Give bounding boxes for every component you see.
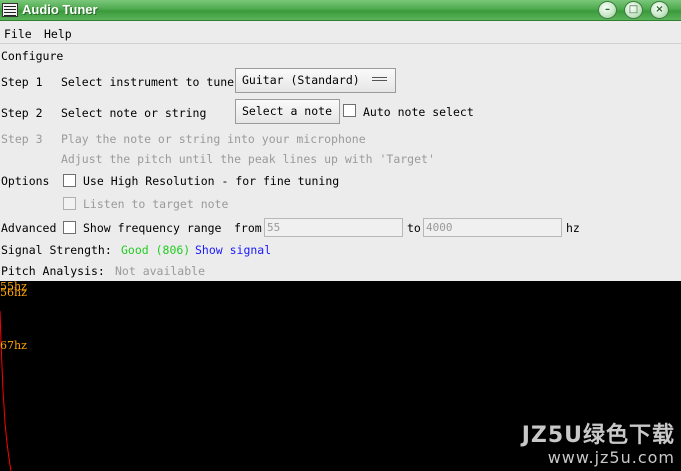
step2-text: Select note or string [61, 106, 207, 120]
pitch-analysis-value: Not available [115, 264, 206, 278]
watermark: JZ5U绿色下载 www.jz5u.com [505, 423, 675, 471]
options-label: Options [1, 174, 50, 188]
dropdown-icon [372, 77, 387, 81]
watermark-line1: JZ5U绿色下载 [521, 423, 675, 448]
from-frequency-input[interactable]: 55 [264, 218, 403, 237]
select-note-button[interactable]: Select a note [235, 99, 340, 124]
instrument-dropdown[interactable]: Guitar (Standard) [235, 68, 396, 93]
signal-strength-value: Good (806) [121, 243, 191, 257]
menu-file[interactable]: File [4, 27, 32, 41]
frequency-graph: 55hz 56hz 67hz JZ5U绿色下载 www.jz5u.com [0, 281, 681, 471]
step1-label: Step 1 [1, 75, 43, 89]
app-icon [2, 3, 18, 17]
spectrum-trace [0, 310, 12, 471]
step3-line1: Play the note or string into your microp… [61, 132, 366, 146]
auto-note-checkbox[interactable] [343, 104, 356, 117]
signal-strength-label: Signal Strength: [1, 243, 112, 257]
step3-line2: Adjust the pitch until the peak lines up… [61, 152, 435, 166]
step2-label: Step 2 [1, 106, 43, 120]
listen-target-label: Listen to target note [83, 197, 229, 211]
high-resolution-checkbox[interactable] [63, 174, 76, 187]
step3-label: Step 3 [1, 132, 43, 146]
to-label: to [407, 221, 421, 235]
watermark-line2: www.jz5u.com [547, 448, 675, 467]
hz-unit-label: hz [566, 221, 580, 235]
advanced-label: Advanced [1, 221, 57, 235]
from-label: from [234, 221, 262, 235]
menu-bar: File Help [0, 22, 681, 44]
show-signal-link[interactable]: Show signal [195, 243, 271, 257]
show-frequency-label: Show frequency range [83, 221, 222, 235]
pitch-analysis-label: Pitch Analysis: [1, 264, 105, 278]
graph-label-56hz: 56hz [0, 286, 27, 299]
listen-target-checkbox[interactable] [63, 197, 76, 210]
instrument-value: Guitar (Standard) [242, 73, 360, 87]
graph-label-67hz: 67hz [0, 339, 27, 352]
to-frequency-input[interactable]: 4000 [423, 218, 562, 237]
maximize-button[interactable]: □ [624, 1, 643, 19]
menu-help[interactable]: Help [44, 27, 72, 41]
configure-heading: Configure [1, 49, 64, 63]
minimize-button[interactable]: – [598, 1, 617, 19]
window-title: Audio Tuner [22, 2, 98, 17]
auto-note-label: Auto note select [363, 105, 474, 119]
high-resolution-label: Use High Resolution - for fine tuning [83, 174, 340, 188]
close-button[interactable]: × [650, 1, 669, 19]
show-frequency-checkbox[interactable] [63, 221, 76, 234]
title-bar[interactable]: Audio Tuner – □ × [0, 0, 681, 21]
step1-text: Select instrument to tune [61, 75, 235, 89]
